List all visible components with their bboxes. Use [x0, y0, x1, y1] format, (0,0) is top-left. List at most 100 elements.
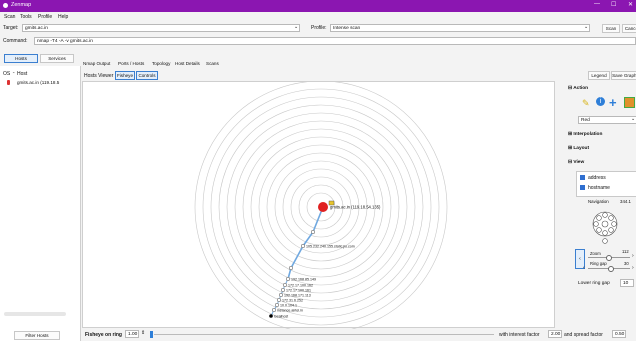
- zoom-value: 112: [622, 249, 629, 254]
- target-dropdown-icon[interactable]: ⌄: [294, 24, 298, 30]
- column-host[interactable]: Host: [17, 71, 27, 77]
- profile-label: Profile:: [311, 25, 327, 31]
- tab-nmap-output[interactable]: Nmap Output: [83, 61, 110, 66]
- node-label: 172.31.6.252: [282, 299, 303, 303]
- main-tabs: Nmap Output Ports / Hosts Topology Host …: [83, 61, 383, 69]
- tab-topology[interactable]: Topology: [152, 61, 170, 66]
- tab-ports-hosts[interactable]: Ports / Hosts: [118, 61, 144, 66]
- command-row: Command: nmap -T4 -A -v gmits.ac.in: [0, 36, 636, 48]
- address-option-label: address: [588, 175, 606, 181]
- column-os[interactable]: OS: [3, 71, 10, 77]
- navigation-label: Navigation: [588, 199, 609, 204]
- topology-node[interactable]: [285, 276, 291, 282]
- hosts-viewer-button[interactable]: Hosts Viewer: [84, 73, 113, 79]
- minimize-button[interactable]: —: [594, 1, 600, 7]
- controls-toggle[interactable]: Controls: [136, 71, 158, 80]
- navigation-angle: 344.1: [620, 199, 631, 204]
- change-focus-icon[interactable]: ✎: [582, 98, 590, 109]
- group-icon[interactable]: [624, 97, 635, 108]
- profile-dropdown-icon[interactable]: ⌄: [584, 24, 588, 30]
- view-options-list: address hostname: [576, 171, 636, 197]
- scan-button[interactable]: Scan: [602, 24, 620, 33]
- ring-gap-decrease-icon[interactable]: ‹: [583, 265, 585, 271]
- node-label: 192.168.171.113: [284, 294, 311, 298]
- expand-icon[interactable]: +: [609, 95, 617, 110]
- view-section-title[interactable]: ⊟ View: [568, 160, 584, 165]
- zoom-label: Zoom: [590, 251, 601, 256]
- region-dropdown-icon[interactable]: ⌄: [631, 116, 635, 122]
- fisheye-bar: Fisheye on ring 1.00 ⇕ with interest fac…: [82, 330, 636, 341]
- topology-node[interactable]: [300, 243, 306, 249]
- hostname-option-label: hostname: [588, 185, 610, 191]
- cancel-button[interactable]: Cancel: [622, 24, 636, 33]
- topology-graph: gmits.ac.in (119.18.54.135) 105.232.240.1…: [194, 80, 448, 334]
- node-label: 10.0.104.1: [280, 304, 297, 308]
- spread-factor-input[interactable]: 0.50: [612, 330, 626, 338]
- fisheye-ring-stepper-icon[interactable]: ⇕: [141, 330, 145, 336]
- topology-node[interactable]: [276, 297, 282, 303]
- node-label: 192.168.85.149: [291, 278, 316, 282]
- node-label: 172.17.100.162: [288, 284, 313, 288]
- horizontal-scrollbar[interactable]: [4, 312, 66, 316]
- fisheye-ring-input[interactable]: 1.00: [125, 330, 139, 338]
- interest-factor-input[interactable]: 2.00: [548, 330, 562, 338]
- menu-help[interactable]: Help: [58, 14, 68, 20]
- tab-scans[interactable]: Scans: [206, 61, 219, 66]
- controls-panel: Legend Save Graphic ⊟ Action ✎ i + Red ⌄…: [560, 71, 636, 341]
- title-bar: Zenmap — ☐ ✕: [0, 0, 636, 12]
- legend-button[interactable]: Legend: [588, 71, 610, 80]
- profile-select[interactable]: Intense scan: [330, 24, 590, 32]
- menu-tools[interactable]: Tools: [20, 14, 32, 20]
- tab-hosts[interactable]: Hosts: [4, 54, 38, 63]
- command-input[interactable]: nmap -T4 -A -v gmits.ac.in: [34, 37, 636, 45]
- tab-host-details[interactable]: Host Details: [175, 61, 200, 66]
- ring-gap-slider-handle[interactable]: [608, 266, 614, 272]
- ring-gap-value: 30: [624, 261, 629, 266]
- zoom-increase-icon[interactable]: ›: [632, 253, 634, 259]
- os-linux-icon: [7, 80, 10, 85]
- command-label: Command:: [3, 38, 28, 44]
- info-icon[interactable]: i: [596, 97, 605, 106]
- topology-canvas[interactable]: gmits.ac.in (119.18.54.135) 105.232.240.1…: [82, 80, 555, 334]
- ring-gap-label: Ring gap: [590, 261, 607, 266]
- close-button[interactable]: ✕: [628, 1, 633, 8]
- action-section-title[interactable]: ⊟ Action: [568, 86, 588, 91]
- filter-hosts-button[interactable]: Filter Hosts: [14, 331, 60, 340]
- zenmap-logo-icon: [3, 3, 8, 8]
- fisheye-slider-handle[interactable]: [150, 331, 153, 338]
- ring-gap-increase-icon[interactable]: ›: [632, 265, 634, 271]
- topology-node[interactable]: [278, 292, 284, 298]
- address-checkbox[interactable]: [580, 175, 585, 180]
- node-label: 105.232.240.155.static.jio.com: [306, 245, 355, 249]
- window-title: Zenmap: [11, 2, 32, 8]
- topology-node[interactable]: [310, 229, 316, 235]
- target-input[interactable]: gmits.ac.in: [22, 24, 300, 32]
- node-label: gmits.ac.in (119.18.54.135): [330, 205, 381, 210]
- region-color-select[interactable]: Red: [578, 116, 636, 124]
- navigation-compass[interactable]: [590, 207, 620, 245]
- target-host-node[interactable]: [318, 202, 328, 212]
- topology-node[interactable]: [271, 307, 277, 313]
- tab-services[interactable]: Services: [40, 54, 74, 63]
- node-label: localhost: [274, 315, 288, 319]
- lower-ring-gap-input[interactable]: 10: [620, 279, 634, 287]
- menu-bar: Scan Tools Profile Help: [0, 12, 636, 22]
- topology-node[interactable]: [288, 265, 294, 271]
- fisheye-slider[interactable]: [154, 334, 494, 335]
- menu-scan[interactable]: Scan: [4, 14, 15, 20]
- save-graphic-button[interactable]: Save Graphic: [611, 71, 636, 80]
- topology-node[interactable]: [274, 302, 280, 308]
- interpolation-section-title[interactable]: ⊞ Interpolation: [568, 132, 602, 137]
- fisheye-ring-label: Fisheye on ring: [85, 332, 122, 338]
- maximize-button[interactable]: ☐: [611, 1, 616, 8]
- hostname-checkbox[interactable]: [580, 185, 585, 190]
- node-label: 172.17.100.161: [286, 289, 311, 293]
- topology-node[interactable]: [269, 314, 273, 318]
- topology-node[interactable]: [280, 287, 286, 293]
- menu-profile[interactable]: Profile: [38, 14, 52, 20]
- layout-section-title[interactable]: ⊞ Layout: [568, 146, 589, 151]
- topology-node[interactable]: [282, 282, 288, 288]
- fisheye-toggle[interactable]: Fisheye: [115, 71, 135, 80]
- lock-icon: [328, 200, 335, 206]
- host-list-item[interactable]: gmits.ac.in (119.18.5: [17, 80, 59, 85]
